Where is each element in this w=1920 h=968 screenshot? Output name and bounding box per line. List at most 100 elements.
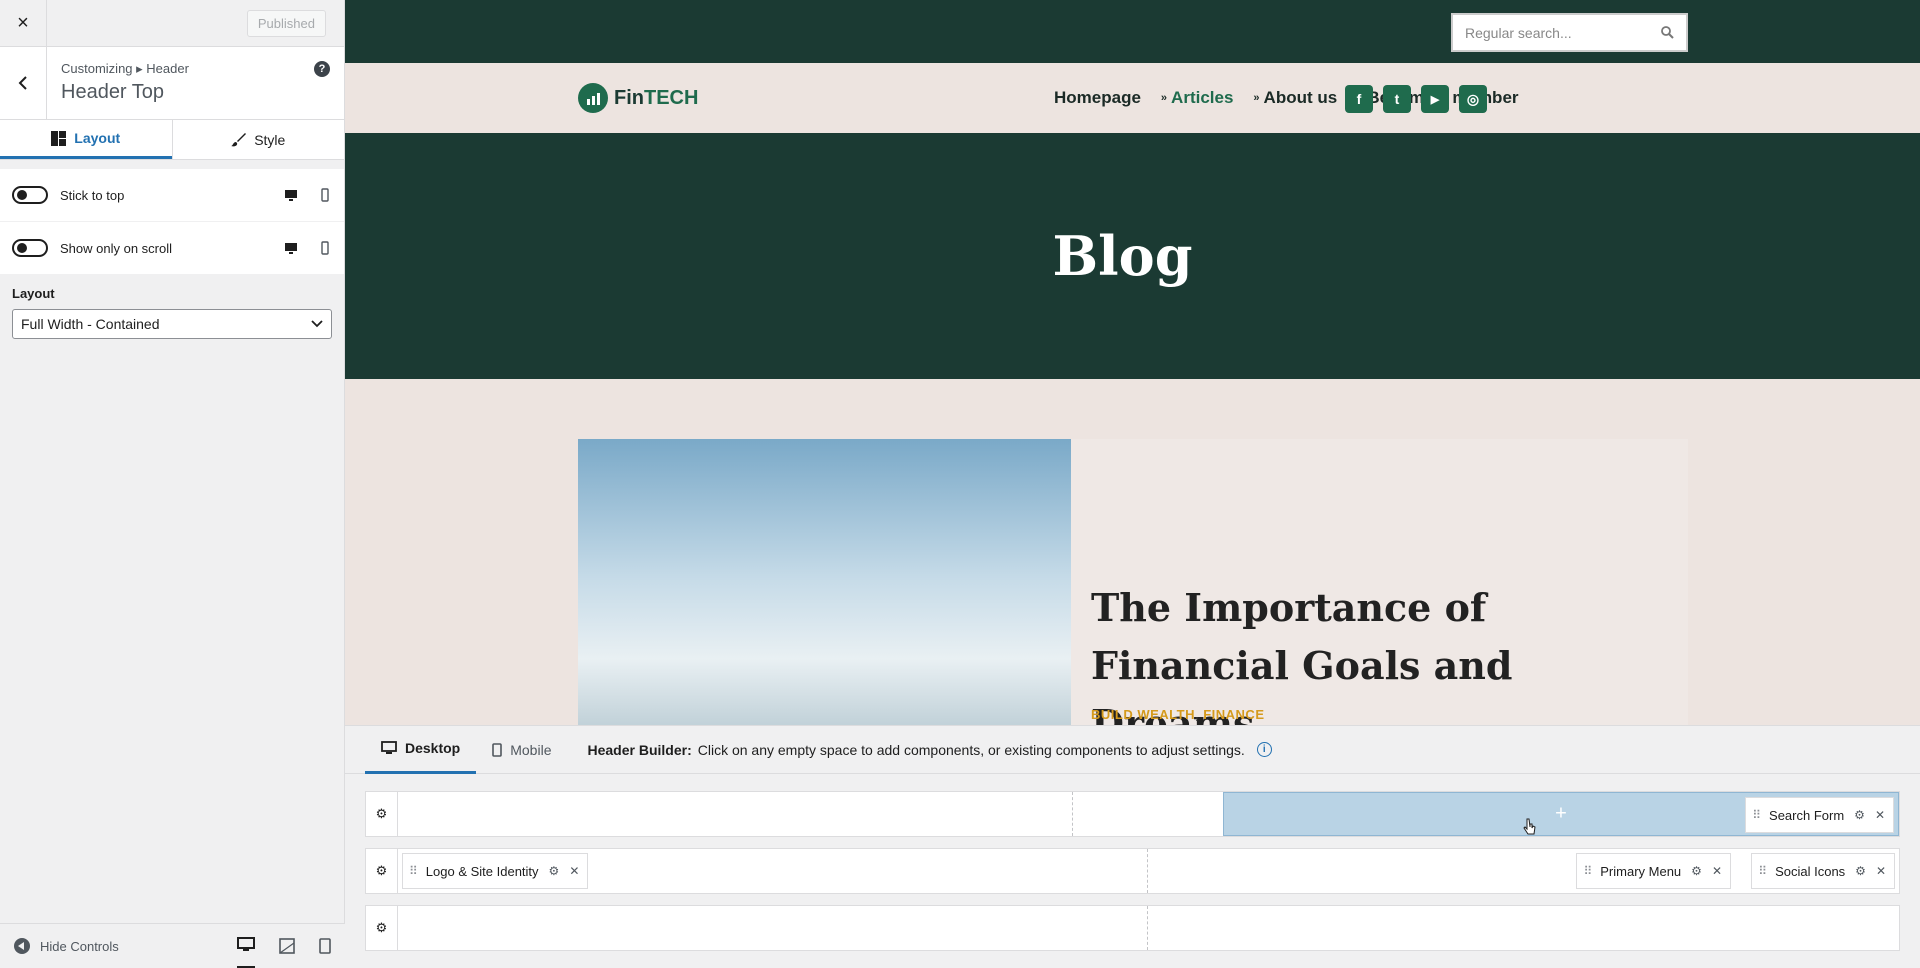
site-logo[interactable]: FinTECH (578, 83, 698, 113)
close-customizer-button[interactable]: × (0, 0, 47, 47)
tab-desktop-label: Desktop (405, 740, 461, 756)
page-hero: Blog (345, 133, 1920, 379)
add-component-icon[interactable]: + (1555, 803, 1567, 826)
gear-icon[interactable]: ⚙ (1854, 808, 1865, 822)
section-title: Header Top (61, 81, 165, 103)
search-form[interactable]: Regular search... (1451, 13, 1688, 52)
header-top-bar: Regular search... (345, 0, 1920, 63)
builder-tabs: Desktop Mobile Header Builder: Click on … (345, 726, 1920, 774)
sidebar-topbar: × Published (0, 0, 344, 47)
tab-style-label: Style (254, 131, 286, 148)
option-stick-to-top: Stick to top (0, 169, 344, 221)
section-title-block: Customizing ▸ Header Header Top ? (47, 47, 344, 119)
mobile-icon[interactable] (318, 188, 332, 202)
breadcrumb: Customizing ▸ Header (61, 61, 189, 76)
category-build-wealth[interactable]: BUILD WEALTH (1091, 707, 1195, 722)
layout-label: Layout (12, 286, 55, 301)
show-on-scroll-label: Show only on scroll (60, 240, 172, 256)
builder-row-main: ⚙ ⠿ Logo & Site Identity ⚙ ✕ ⠿ Primary M… (365, 848, 1900, 894)
tab-mobile-label: Mobile (510, 741, 552, 758)
preview-device-switcher (237, 924, 331, 968)
tablet-icon (279, 938, 295, 954)
layout-grid-icon (51, 130, 67, 146)
hide-controls-button[interactable]: Hide Controls (14, 938, 119, 954)
show-on-scroll-toggle[interactable] (12, 239, 48, 257)
post-categories: BUILD WEALTH, FINANCE (1091, 707, 1265, 722)
component-logo-site-identity[interactable]: ⠿ Logo & Site Identity ⚙ ✕ (402, 853, 589, 889)
close-icon[interactable]: ✕ (1875, 808, 1885, 822)
sidebar-footer: Hide Controls (0, 923, 345, 968)
youtube-icon[interactable]: ▶ (1421, 85, 1449, 113)
section-header: Customizing ▸ Header Header Top ? (0, 47, 344, 120)
tab-desktop[interactable]: Desktop (365, 726, 477, 774)
component-search-form[interactable]: ⠿ Search Form ⚙ ✕ (1745, 797, 1894, 833)
chevron-down-icon: » (1253, 92, 1260, 104)
close-icon[interactable]: ✕ (569, 864, 579, 878)
gear-icon[interactable]: ⚙ (1855, 864, 1866, 878)
row-main-left-zone[interactable]: ⠿ Logo & Site Identity ⚙ ✕ (398, 849, 1148, 893)
search-icon[interactable] (1661, 26, 1674, 39)
component-primary-menu[interactable]: ⠿ Primary Menu ⚙ ✕ (1576, 853, 1731, 889)
preview-tablet-button[interactable] (279, 924, 295, 968)
row-top-left-zone[interactable] (398, 792, 1073, 836)
row-settings-gear-icon[interactable]: ⚙ (366, 792, 398, 836)
mobile-icon (319, 938, 331, 954)
builder-row-bottom: ⚙ (365, 905, 1900, 951)
desktop-icon[interactable] (284, 188, 298, 202)
drag-handle-icon[interactable]: ⠿ (1758, 864, 1767, 878)
gear-icon[interactable]: ⚙ (549, 864, 560, 878)
menu-item-about-us[interactable]: » About us (1253, 88, 1337, 108)
help-icon[interactable]: ? (314, 61, 330, 77)
gear-icon[interactable]: ⚙ (1691, 864, 1702, 878)
social-icons: f t ▶ ◎ (1345, 85, 1487, 113)
desktop-icon (381, 741, 397, 754)
sidebar-tabs: Layout Style (0, 120, 344, 160)
facebook-icon[interactable]: f (1345, 85, 1373, 113)
builder-row-top: ⚙ + ⠿ Search Form ⚙ ✕ (365, 791, 1900, 837)
row-main-right-zone[interactable]: ⠿ Primary Menu ⚙ ✕ ⠿ Social Icons ⚙ ✕ (1148, 849, 1899, 893)
row-top-right-zone[interactable]: + ⠿ Search Form ⚙ ✕ (1223, 792, 1899, 836)
row-bottom-left-zone[interactable] (398, 906, 1148, 950)
hide-controls-label: Hide Controls (40, 938, 119, 954)
desktop-icon[interactable] (284, 241, 298, 255)
info-icon[interactable]: i (1256, 742, 1272, 757)
close-icon[interactable]: ✕ (1876, 864, 1886, 878)
tab-mobile[interactable]: Mobile (476, 726, 567, 774)
tab-layout-label: Layout (74, 130, 121, 146)
stick-to-top-toggle[interactable] (12, 186, 48, 204)
row-top-center-zone[interactable] (1073, 792, 1223, 836)
instagram-icon[interactable]: ◎ (1459, 85, 1487, 113)
twitter-icon[interactable]: t (1383, 85, 1411, 113)
component-social-icons[interactable]: ⠿ Social Icons ⚙ ✕ (1751, 853, 1895, 889)
option-show-on-scroll: Show only on scroll (0, 222, 344, 274)
tab-layout[interactable]: Layout (0, 120, 172, 159)
stick-to-top-label: Stick to top (60, 187, 125, 203)
search-input[interactable]: Regular search... (1465, 25, 1661, 41)
preview-desktop-button[interactable] (237, 924, 255, 968)
layout-select[interactable]: Full Width - Contained (12, 309, 332, 339)
mobile-icon (492, 742, 503, 757)
menu-item-articles[interactable]: » Articles (1161, 88, 1234, 108)
mouse-pointer-icon (1523, 818, 1536, 835)
close-icon[interactable]: ✕ (1712, 864, 1722, 878)
tab-style[interactable]: Style (171, 120, 345, 159)
back-button[interactable] (0, 47, 47, 119)
header-main-bar: FinTECH Homepage »Articles »About us »Be… (345, 63, 1920, 133)
row-bottom-right-zone[interactable] (1148, 906, 1899, 950)
row-settings-gear-icon[interactable]: ⚙ (366, 849, 398, 893)
page-title: Blog (1052, 224, 1193, 288)
customizer-sidebar: × Published Customizing ▸ Header Header … (0, 0, 345, 968)
drag-handle-icon[interactable]: ⠿ (1583, 864, 1592, 878)
preview-mobile-button[interactable] (319, 924, 331, 968)
menu-item-homepage[interactable]: Homepage (1050, 88, 1141, 108)
row-settings-gear-icon[interactable]: ⚙ (366, 906, 398, 950)
layout-select-value: Full Width - Contained (21, 316, 160, 332)
drag-handle-icon[interactable]: ⠿ (1752, 808, 1761, 822)
mobile-icon[interactable] (318, 241, 332, 255)
site-title: FinTECH (614, 86, 699, 109)
builder-help-text: Header Builder: Click on any empty space… (587, 742, 1272, 758)
publish-button[interactable]: Published (246, 9, 326, 37)
drag-handle-icon[interactable]: ⠿ (409, 864, 418, 878)
category-finance[interactable]: FINANCE (1203, 707, 1264, 722)
desktop-icon (237, 936, 255, 951)
